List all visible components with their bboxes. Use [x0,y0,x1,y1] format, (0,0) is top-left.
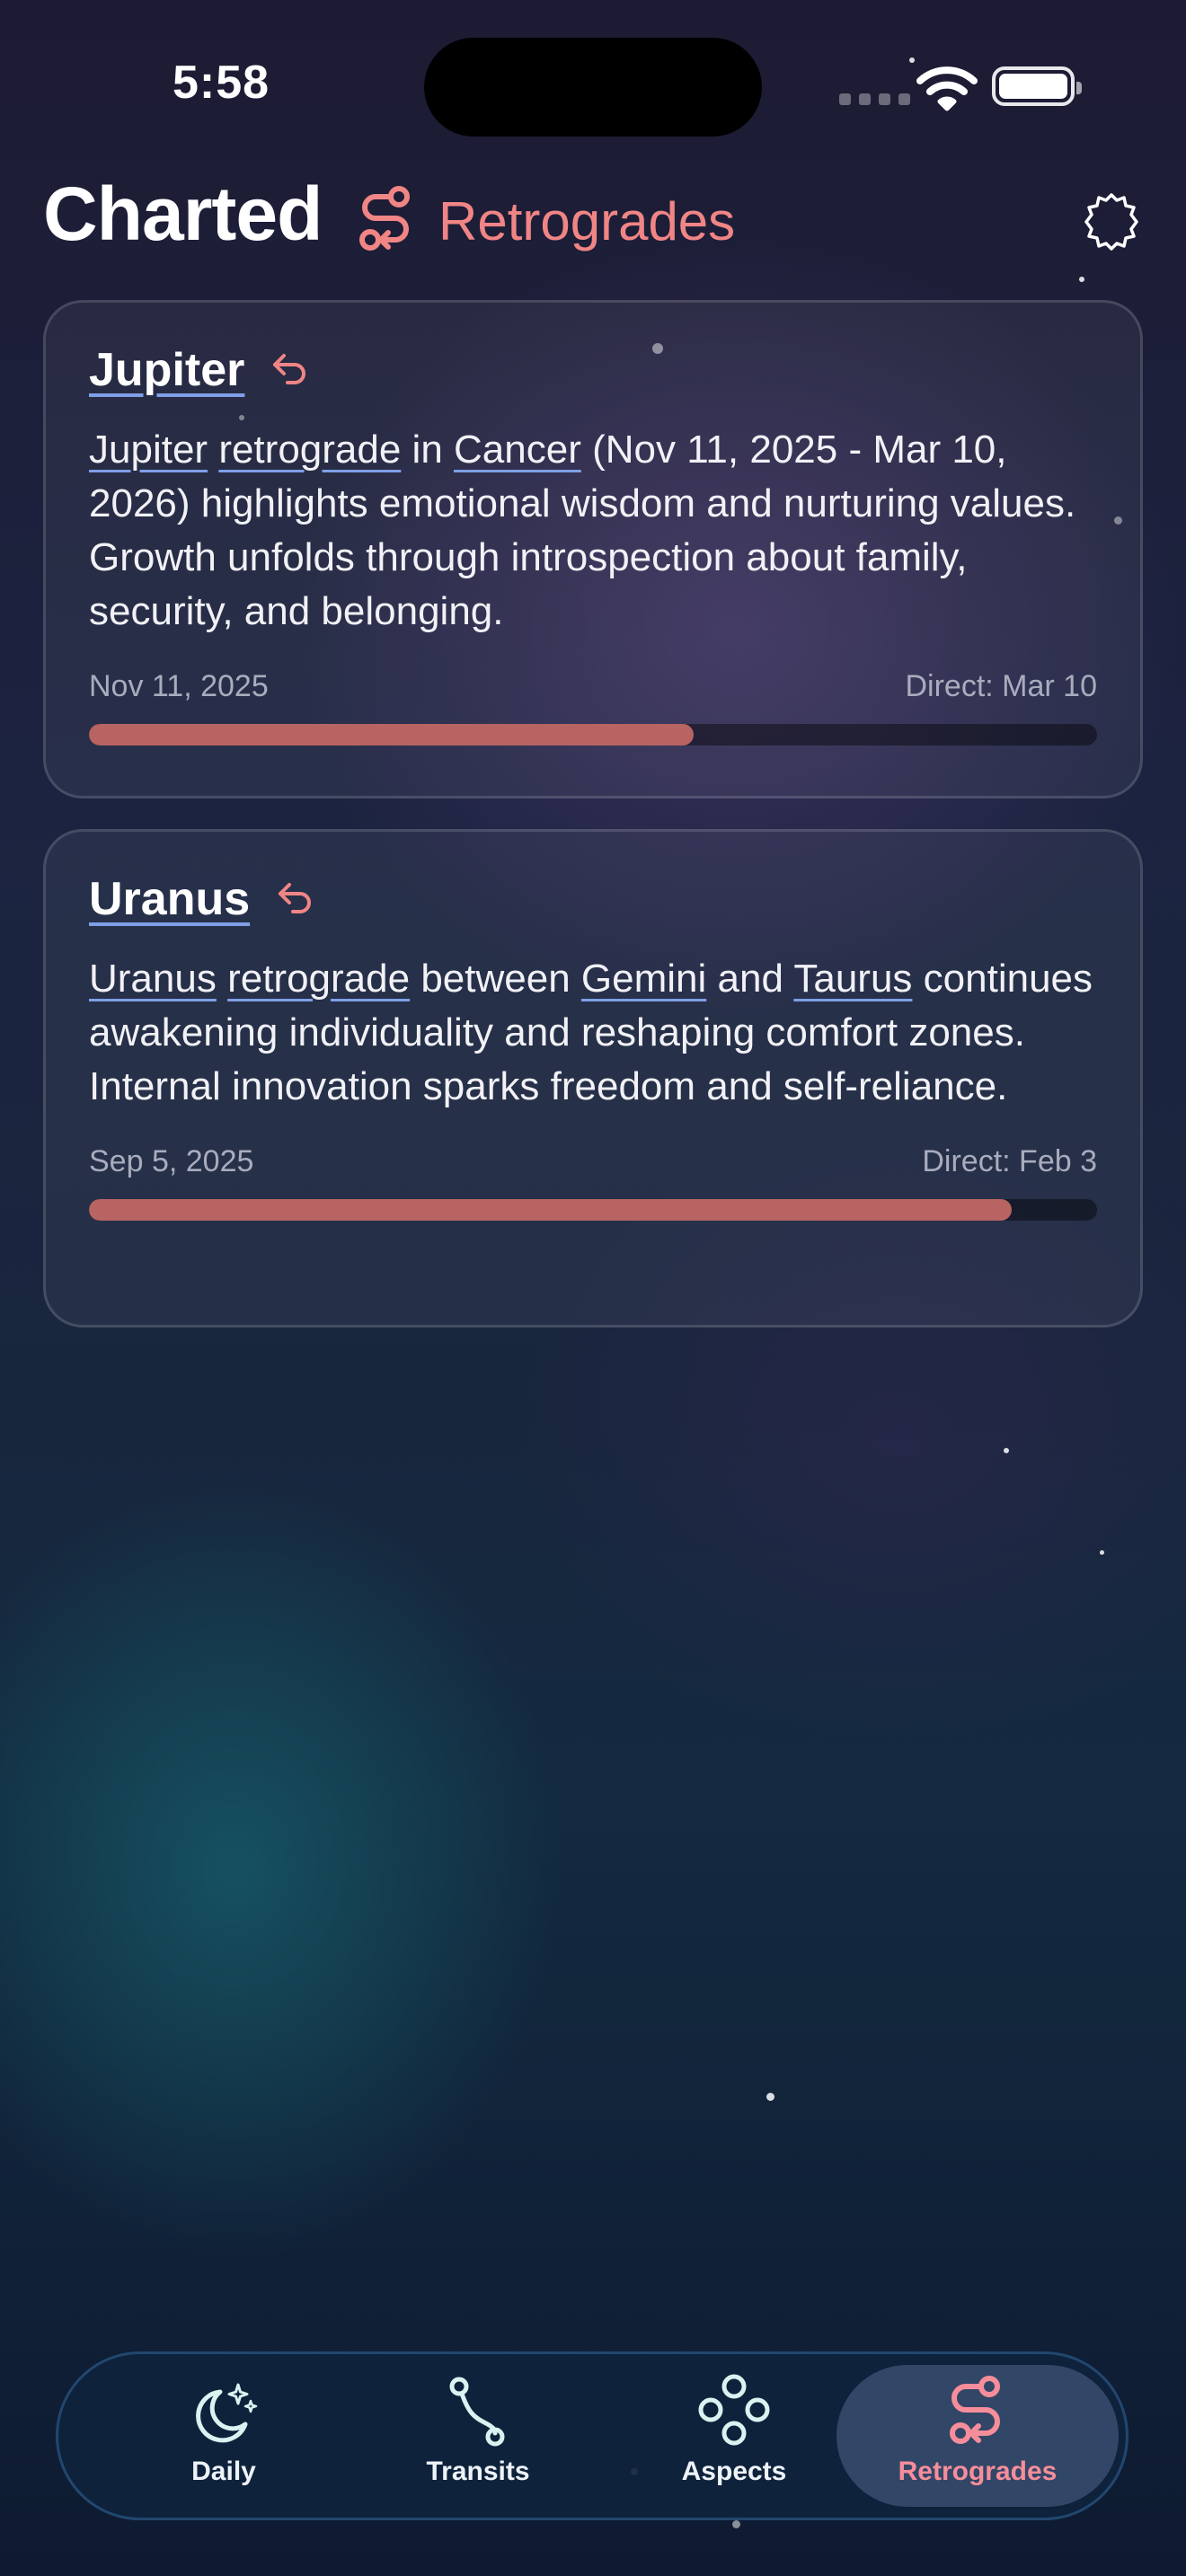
background-star [1079,277,1084,282]
planet-name-link[interactable]: Jupiter [89,343,244,397]
direct-date: Direct: Mar 10 [905,669,1098,703]
retrograde-arrow-icon [270,348,309,393]
term-link[interactable]: Uranus [89,957,217,1001]
planet-name-link[interactable]: Uranus [89,872,250,926]
retrograde-card[interactable]: Uranus Uranus retrograde between Gemini … [43,829,1143,1328]
transit-path-icon [447,2365,509,2448]
term-link[interactable]: retrograde [218,428,401,472]
progress-fill [89,724,695,745]
retrograde-progress-bar [89,724,1097,745]
description-text: in [401,428,455,472]
wifi-icon [916,65,978,116]
term-link[interactable]: Cancer [454,428,581,472]
retrograde-description: Uranus retrograde between Gemini and Tau… [89,952,1097,1114]
tab-label: Aspects [681,2457,787,2486]
tab-label: Daily [191,2457,256,2486]
term-link[interactable]: retrograde [227,957,410,1001]
progress-fill [89,1199,1012,1221]
direct-date: Direct: Feb 3 [922,1144,1097,1178]
section-title: Retrogrades [438,191,736,251]
moon-stars-icon [188,2365,260,2448]
background-star [1004,1448,1009,1453]
tab-label: Retrogrades [898,2457,1058,2486]
cellular-signal-icon [839,93,910,105]
description-text [208,428,218,472]
description-text: and [706,957,794,1001]
retrograde-progress-bar [89,1199,1097,1221]
retrograde-card[interactable]: Jupiter Jupiter retrograde in Cancer (No… [43,300,1143,798]
tab-daily[interactable]: Daily [96,2365,351,2507]
term-link[interactable]: Gemini [581,957,706,1001]
retrograde-description: Jupiter retrograde in Cancer (Nov 11, 20… [89,423,1097,639]
tab-transits[interactable]: Transits [350,2365,606,2507]
term-link[interactable]: Jupiter [89,428,208,472]
tab-aspects[interactable]: Aspects [606,2365,862,2507]
tab-label: Transits [426,2457,530,2486]
tab-bar: Daily Transits Aspects Retrogrades [56,2351,1128,2520]
background-star [909,57,915,63]
description-text [217,957,227,1001]
gear-icon[interactable] [1080,190,1143,258]
description-text: between [410,957,581,1001]
tab-retrogrades[interactable]: Retrogrades [836,2365,1119,2507]
retrograde-path-icon [356,184,419,257]
start-date: Sep 5, 2025 [89,1144,254,1178]
background-star [732,2520,740,2528]
battery-icon [992,66,1082,106]
term-link[interactable]: Taurus [793,957,912,1001]
retrograde-path-icon [946,2365,1009,2448]
app-title: Charted [43,172,323,256]
status-bar-time: 5:58 [173,57,270,109]
retrograde-arrow-icon [275,878,314,922]
dynamic-island [424,38,762,137]
start-date: Nov 11, 2025 [89,669,269,703]
background-star [766,2093,774,2101]
aspects-circles-icon [696,2365,772,2448]
background-star [1100,1550,1104,1555]
